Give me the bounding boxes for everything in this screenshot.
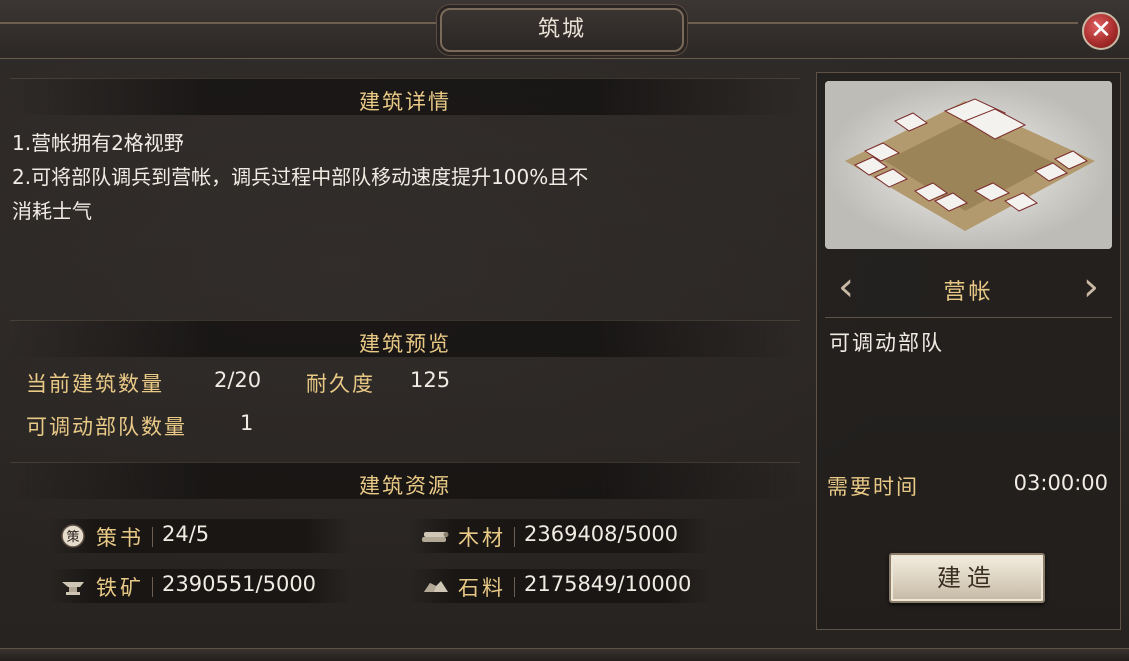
building-panel: ‹ 营帐 › 可调动部队 需要时间 03:00:00 建造 <box>816 72 1121 630</box>
policy-book-icon-glyph: 策 <box>66 529 79 545</box>
title-bar: 筑城 ✕ <box>0 0 1129 59</box>
troop-count-value: 1 <box>240 411 254 435</box>
building-preview-image <box>825 81 1112 249</box>
current-count-label: 当前建筑数量 <box>26 372 164 396</box>
title-plate: 筑城 <box>440 8 684 52</box>
troop-count-label: 可调动部队数量 <box>26 415 187 439</box>
title-bar-ornament-left <box>0 22 440 24</box>
resource-label-stone: 石料 <box>458 576 506 600</box>
building-name: 营帐 <box>943 280 994 305</box>
resource-row-iron: 铁矿 2390551/5000 <box>50 569 350 603</box>
resources-header-label: 建筑资源 <box>359 474 451 498</box>
resource-label-iron: 铁矿 <box>96 576 144 600</box>
resource-separator <box>514 577 515 597</box>
resources-header: 建筑资源 <box>10 462 800 499</box>
resource-value-wood: 2369408/5000 <box>524 522 679 546</box>
details-text: 1.营帐拥有2格视野 2.可将部队调兵到营帐，调兵过程中部队移动速度提升100%… <box>12 126 792 228</box>
wood-icon <box>422 524 449 548</box>
current-count-value: 2/20 <box>214 368 262 392</box>
resource-value-iron: 2390551/5000 <box>162 572 317 596</box>
iron-ore-icon <box>60 574 86 598</box>
resource-separator <box>152 527 153 547</box>
time-label: 需要时间 <box>827 475 919 499</box>
details-line-3: 消耗士气 <box>12 199 92 223</box>
details-header-label: 建筑详情 <box>359 90 451 114</box>
resource-row-wood: 木材 2369408/5000 <box>410 519 710 553</box>
preview-header-label: 建筑预览 <box>359 332 451 356</box>
time-value: 03:00:00 <box>1013 471 1108 495</box>
bottom-border <box>0 648 1129 661</box>
details-line-1: 1.营帐拥有2格视野 <box>12 131 184 155</box>
durability-value: 125 <box>410 368 451 392</box>
dialog-title: 筑城 <box>537 17 586 42</box>
resource-label-policy-book: 策书 <box>96 526 144 550</box>
resource-row-policy-book: 策 策书 24/5 <box>50 519 350 553</box>
resource-value-policy-book: 24/5 <box>162 522 210 546</box>
building-description: 可调动部队 <box>829 331 944 355</box>
details-header: 建筑详情 <box>10 78 800 115</box>
preview-header: 建筑预览 <box>10 320 800 357</box>
resource-separator <box>514 527 515 547</box>
building-selector: ‹ 营帐 › <box>825 261 1112 318</box>
next-building-arrow[interactable]: › <box>1076 267 1106 311</box>
build-button[interactable]: 建造 <box>889 553 1045 603</box>
resource-label-wood: 木材 <box>458 526 506 550</box>
stone-icon <box>422 574 448 598</box>
close-button[interactable]: ✕ <box>1082 12 1120 50</box>
durability-label: 耐久度 <box>306 372 375 396</box>
dialog-frame: 筑城 ✕ 建筑详情 建筑预览 建筑资源 1.营帐拥有2格视野 2.可将部队调兵到… <box>0 0 1129 661</box>
details-line-2: 2.可将部队调兵到营帐，调兵过程中部队移动速度提升100%且不 <box>12 165 589 189</box>
title-bar-ornament-right <box>680 22 1078 24</box>
resource-value-stone: 2175849/10000 <box>524 572 692 596</box>
resource-separator <box>152 577 153 597</box>
resource-row-stone: 石料 2175849/10000 <box>410 569 710 603</box>
policy-book-icon: 策 <box>60 524 86 548</box>
